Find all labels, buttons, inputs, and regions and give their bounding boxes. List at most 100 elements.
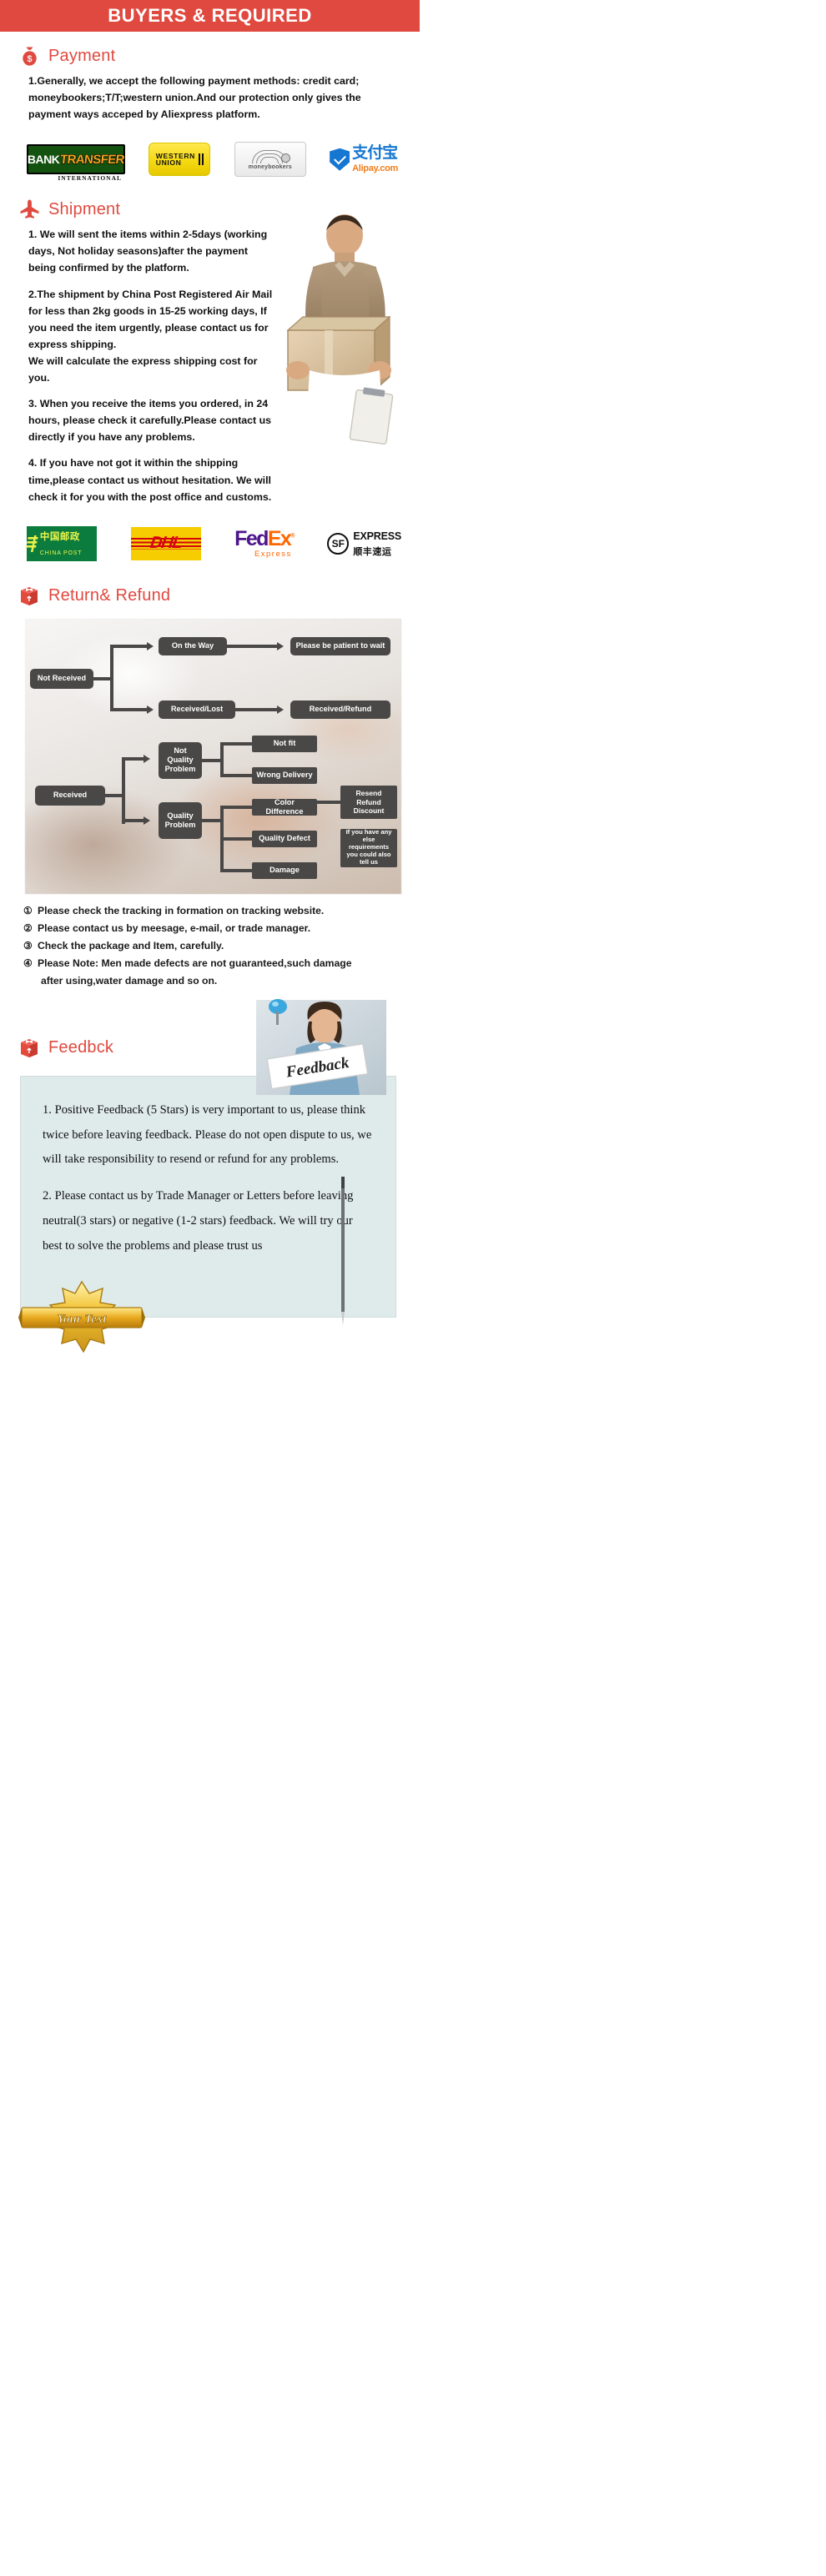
flow-connector-r — [220, 836, 254, 841]
flow-node-resend-refund-discount: Resend Refund Discount — [340, 785, 397, 819]
flow-connector-c — [110, 644, 149, 648]
bank-transfer-transfer-text: TRANSFER — [59, 152, 126, 167]
alipay-text: 支付宝 Alipay.com — [352, 143, 398, 174]
shipment-body: 1. We will sent the items within 2-5days… — [0, 226, 420, 505]
page-banner: BUYERS & REQUIRED — [0, 0, 420, 32]
western-union-logo: WESTERN UNION — [149, 143, 211, 177]
flow-connector-i — [122, 756, 145, 761]
flow-connector-l — [220, 741, 224, 777]
flow-connector-b — [110, 645, 113, 710]
shipment-paragraph-2: 2.The shipment by China Post Registered … — [28, 288, 273, 350]
bank-transfer-international-text: INTERNATIONAL — [58, 174, 122, 183]
flow-node-wrong-delivery: Wrong Delivery — [252, 766, 317, 784]
list-item: ② Please contact us by meesage, e-mail, … — [23, 920, 403, 937]
note-number-3: ③ — [23, 939, 33, 952]
package-return-icon — [18, 1037, 41, 1059]
western-union-text: WESTERN UNION — [155, 152, 195, 168]
feedback-heading: Feedbck — [48, 1037, 114, 1057]
shipment-section-header: Shipment — [0, 185, 420, 226]
alipay-chinese-name: 支付宝 — [352, 143, 398, 162]
gold-badge-area: Your Text — [0, 1279, 420, 1356]
flow-arrow-received-refund — [277, 705, 284, 714]
payment-paragraph: 1.Generally, we accept the following pay… — [28, 75, 361, 121]
sf-express-text: EXPRESS 顺丰速运 — [353, 529, 401, 558]
flow-connector-o — [202, 818, 222, 822]
returns-heading: Return& Refund — [48, 585, 171, 605]
moneybookers-arcs-icon — [251, 149, 290, 163]
your-text-gold-badge: Your Text — [18, 1280, 145, 1353]
flow-node-received-lost: Received/Lost — [159, 700, 235, 719]
flow-connector-e — [227, 644, 279, 648]
western-union-bars-icon — [198, 153, 204, 166]
china-post-chinese-name: 中国邮政 — [39, 530, 80, 542]
flow-node-received: Received — [35, 785, 105, 806]
shipment-paragraph-3: We will calculate the express shipping c… — [28, 354, 258, 384]
payment-logos: BANK TRANSFER INTERNATIONAL WESTERN UNIO… — [0, 132, 420, 185]
feedback-section: Feedbck Feedback 1. Positive Feedback (5… — [0, 998, 420, 1356]
flow-connector-j — [122, 818, 145, 822]
sf-circle-mark-icon: SF — [327, 532, 350, 555]
package-return-icon — [18, 585, 41, 607]
list-item: ③ Check the package and Item, carefully. — [23, 937, 403, 955]
promo-page: BUYERS & REQUIRED $ Payment 1.Generally,… — [0, 0, 420, 1498]
flow-node-damage: Damage — [252, 861, 317, 879]
china-post-english-name: CHINA POST — [39, 550, 83, 556]
note-number-4: ④ — [23, 957, 33, 969]
note-text-4: Please Note: Men made defects are not gu… — [37, 957, 352, 969]
note-text-2: Please contact us by meesage, e-mail, or… — [37, 921, 311, 934]
airplane-icon — [18, 198, 41, 221]
payment-body: 1.Generally, we accept the following pay… — [0, 73, 420, 123]
shipment-paragraph-4: 3. When you receive the items you ordere… — [28, 398, 272, 444]
flow-connector-n — [220, 773, 254, 777]
flow-node-not-fit: Not fit — [252, 735, 317, 752]
money-bag-icon: $ — [18, 45, 41, 68]
flow-arrow-received-lost — [147, 705, 154, 714]
fedex-wordmark: FedEx® — [234, 526, 295, 550]
shipping-carrier-logos: 中国邮政 CHINA POST DHL FedEx® Express SF EX… — [0, 515, 420, 566]
pen-decoration-icon — [341, 1176, 345, 1325]
feedback-woman-photo: Feedback — [256, 998, 386, 1095]
flow-node-color-difference: Color Difference — [252, 798, 317, 816]
bottom-spacer — [0, 1356, 420, 1498]
flow-node-tell-us: If you have any else requirements you co… — [340, 828, 397, 867]
flow-connector-m — [220, 741, 254, 746]
dhl-logo: DHL — [130, 526, 201, 560]
bank-transfer-international-logo: BANK TRANSFER INTERNATIONAL — [27, 144, 126, 182]
flow-connector-k — [202, 758, 222, 762]
moneybookers-label: moneybookers — [248, 163, 292, 170]
feedback-paragraph-2: 2. Please contact us by Trade Manager or… — [43, 1189, 354, 1253]
fedex-fed-text: Fed — [234, 526, 269, 550]
flow-node-not-quality-problem: Not Quality Problem — [159, 741, 202, 779]
fedex-ex-text: Ex — [267, 526, 292, 550]
china-post-text: 中国邮政 CHINA POST — [40, 529, 97, 559]
china-post-mark-icon — [24, 535, 39, 552]
flow-node-quality-problem: Quality Problem — [159, 801, 202, 839]
china-post-logo: 中国邮政 CHINA POST — [24, 525, 97, 561]
svg-text:$: $ — [27, 54, 32, 64]
note-text-3: Check the package and Item, carefully. — [37, 939, 224, 952]
flow-node-on-the-way: On the Way — [159, 636, 227, 655]
flow-connector-h — [122, 756, 125, 824]
payment-heading: Payment — [48, 47, 116, 65]
moneybookers-logo: moneybookers — [234, 142, 306, 178]
western-union-line2: UNION — [155, 158, 182, 168]
flow-node-be-patient: Please be patient to wait — [290, 636, 390, 655]
fedex-express-text: Express — [254, 549, 292, 559]
flow-arrow-not-quality — [144, 754, 150, 763]
flow-arrow-quality — [144, 816, 150, 825]
shipment-paragraph-5: 4. If you have not got it within the shi… — [28, 457, 272, 503]
dhl-text: DHL — [149, 534, 183, 553]
note-text-4-continuation: after using,water damage and so on. — [41, 974, 218, 987]
flow-connector-d — [110, 707, 149, 711]
flow-connector-s — [220, 868, 254, 872]
flow-connector-t — [317, 800, 342, 804]
note-text-1: Please check the tracking in formation o… — [37, 904, 325, 916]
flow-node-received-refund: Received/Refund — [290, 700, 390, 719]
shipment-paragraph-1: 1. We will sent the items within 2-5days… — [28, 228, 268, 274]
sf-express-logo: SF EXPRESS 顺丰速运 — [327, 529, 401, 558]
shipment-section: Shipment 1. We will sent the items withi… — [0, 185, 420, 565]
bank-transfer-bank-text: BANK — [27, 153, 60, 167]
sf-express-english: EXPRESS — [353, 530, 401, 543]
shipment-heading: Shipment — [48, 200, 121, 219]
fedex-registered-icon: ® — [290, 533, 295, 540]
